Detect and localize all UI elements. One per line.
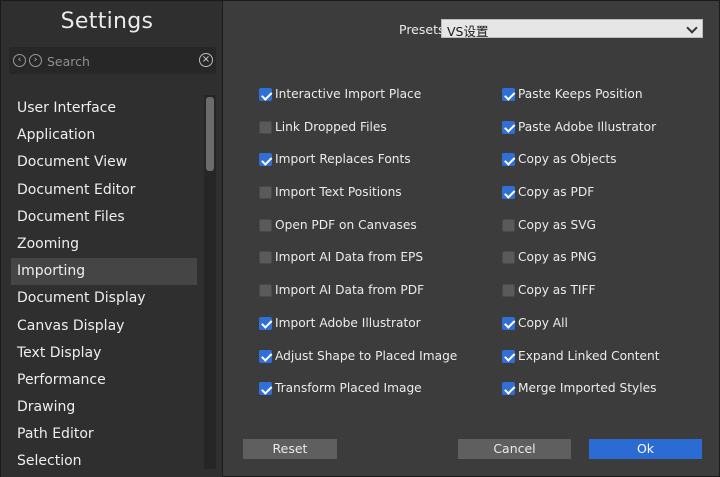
option-copy-as-svg[interactable]: Copy as SVG [502, 216, 720, 249]
import-options-column: Interactive Import Place Link Dropped Fi… [259, 85, 489, 412]
option-label: Copy as Objects [518, 152, 617, 167]
option-import-text-positions[interactable]: Import Text Positions [259, 183, 489, 216]
sidebar-item-application[interactable]: Application [11, 122, 197, 149]
option-link-dropped-files[interactable]: Link Dropped Files [259, 118, 489, 151]
sidebar-title: Settings [60, 9, 154, 34]
option-import-ai-data-from-eps[interactable]: Import AI Data from EPS [259, 248, 489, 281]
checkbox-checked[interactable] [259, 316, 272, 330]
sidebar-item-importing[interactable]: Importing [11, 258, 197, 286]
option-label: Copy as PDF [518, 185, 595, 200]
sidebar-item-performance[interactable]: Performance [11, 367, 197, 394]
presets-value: VS设置 [447, 24, 489, 39]
chevron-down-icon [686, 22, 698, 34]
settings-nav-list: User Interface Application Document View… [11, 95, 197, 469]
option-copy-as-pdf[interactable]: Copy as PDF [502, 183, 720, 216]
checkbox-checked[interactable] [502, 186, 515, 200]
option-label: Import Text Positions [275, 185, 402, 200]
forward-arrow-icon[interactable]: › [29, 54, 42, 67]
checkbox-checked[interactable] [259, 349, 272, 363]
checkbox-checked[interactable] [259, 382, 272, 396]
checkbox-unchecked[interactable] [502, 284, 515, 298]
option-label: Import Replaces Fonts [275, 152, 411, 167]
checkbox-unchecked[interactable] [259, 251, 272, 265]
presets-dropdown[interactable]: VS设置 [441, 19, 703, 39]
sidebar-item-document-view[interactable]: Document View [11, 149, 197, 176]
checkbox-unchecked[interactable] [259, 218, 272, 232]
sidebar-scrollbar[interactable] [204, 95, 216, 469]
checkbox-unchecked[interactable] [259, 284, 272, 298]
clipboard-options-column: Paste Keeps Position Paste Adobe Illustr… [502, 85, 720, 412]
option-import-ai-data-from-pdf[interactable]: Import AI Data from PDF [259, 281, 489, 314]
option-copy-as-objects[interactable]: Copy as Objects [502, 150, 720, 183]
option-label: Interactive Import Place [275, 87, 422, 101]
option-label: Merge Imported Styles [518, 381, 657, 396]
sidebar-scrollbar-thumb[interactable] [206, 97, 214, 171]
option-label: Copy All [518, 315, 568, 330]
clear-search-icon[interactable]: × [199, 53, 213, 67]
sidebar-item-canvas-display[interactable]: Canvas Display [11, 313, 197, 340]
settings-sidebar: Settings ‹ › × User Interface Applicatio… [1, 1, 223, 477]
sidebar-item-document-editor[interactable]: Document Editor [11, 177, 197, 204]
option-expand-linked-content[interactable]: Expand Linked Content [502, 347, 720, 380]
checkbox-unchecked[interactable] [502, 251, 515, 265]
search-input[interactable] [47, 52, 192, 70]
option-label: Copy as PNG [518, 250, 597, 265]
checkbox-unchecked[interactable] [259, 186, 272, 200]
option-import-adobe-illustrator[interactable]: Import Adobe Illustrator [259, 314, 489, 347]
option-label: Copy as SVG [518, 217, 596, 232]
settings-window: Settings ‹ › × User Interface Applicatio… [0, 0, 720, 477]
option-label: Open PDF on Canvases [275, 217, 417, 232]
checkbox-checked[interactable] [502, 120, 515, 134]
ok-button[interactable]: Ok [589, 439, 702, 459]
search-box: ‹ › × [9, 47, 216, 74]
option-label: Expand Linked Content [518, 348, 660, 363]
sidebar-item-text-display[interactable]: Text Display [11, 340, 197, 367]
option-copy-all[interactable]: Copy All [502, 314, 720, 347]
option-copy-as-png[interactable]: Copy as PNG [502, 248, 720, 281]
checkbox-checked[interactable] [259, 88, 272, 101]
option-copy-as-tiff[interactable]: Copy as TIFF [502, 281, 720, 314]
cancel-button[interactable]: Cancel [458, 439, 571, 459]
option-paste-keeps-position[interactable]: Paste Keeps Position [502, 85, 720, 118]
option-label: Copy as TIFF [518, 283, 596, 298]
sidebar-item-document-files[interactable]: Document Files [11, 204, 197, 231]
sidebar-item-path-editor[interactable]: Path Editor [11, 421, 197, 448]
option-merge-imported-styles[interactable]: Merge Imported Styles [502, 379, 720, 412]
checkbox-checked[interactable] [502, 382, 515, 396]
presets-label: Presets [399, 22, 445, 37]
reset-button[interactable]: Reset [243, 439, 337, 459]
checkbox-checked[interactable] [502, 88, 515, 101]
checkbox-checked[interactable] [502, 316, 515, 330]
option-label: Link Dropped Files [275, 119, 387, 134]
checkbox-checked[interactable] [502, 153, 515, 167]
option-label: Import AI Data from PDF [275, 283, 425, 298]
checkbox-unchecked[interactable] [502, 218, 515, 232]
checkbox-unchecked[interactable] [259, 120, 272, 134]
option-open-pdf-on-canvases[interactable]: Open PDF on Canvases [259, 216, 489, 249]
option-label: Import Adobe Illustrator [275, 315, 421, 330]
option-label: Transform Placed Image [275, 381, 422, 396]
option-interactive-import-place[interactable]: Interactive Import Place [259, 85, 489, 118]
option-paste-adobe-illustrator[interactable]: Paste Adobe Illustrator [502, 118, 720, 151]
option-import-replaces-fonts[interactable]: Import Replaces Fonts [259, 150, 489, 183]
sidebar-item-drawing[interactable]: Drawing [11, 394, 197, 421]
sidebar-item-zooming[interactable]: Zooming [11, 231, 197, 258]
option-label: Paste Keeps Position [518, 87, 643, 101]
checkbox-checked[interactable] [259, 153, 272, 167]
option-label: Adjust Shape to Placed Image [275, 348, 458, 363]
option-transform-placed-image[interactable]: Transform Placed Image [259, 379, 489, 412]
sidebar-item-user-interface[interactable]: User Interface [11, 95, 197, 122]
back-arrow-icon[interactable]: ‹ [13, 54, 26, 67]
sidebar-item-selection[interactable]: Selection [11, 448, 197, 469]
checkbox-checked[interactable] [502, 349, 515, 363]
option-label: Paste Adobe Illustrator [518, 119, 657, 134]
option-label: Import AI Data from EPS [275, 250, 424, 265]
option-adjust-shape-to-placed-image[interactable]: Adjust Shape to Placed Image [259, 347, 489, 380]
sidebar-item-document-display[interactable]: Document Display [11, 285, 197, 312]
